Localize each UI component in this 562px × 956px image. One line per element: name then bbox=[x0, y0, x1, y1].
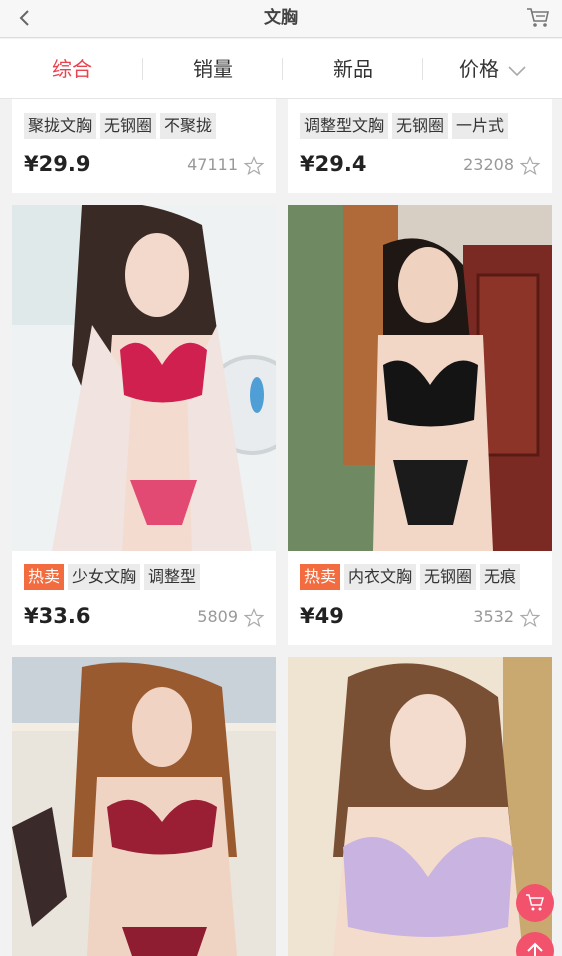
product-image[interactable] bbox=[12, 205, 276, 551]
tab-price[interactable]: 价格 bbox=[423, 39, 562, 99]
product-price: ¥33.6 bbox=[24, 604, 91, 628]
top-bar: 文胸 bbox=[0, 0, 562, 38]
product-tag: 不聚拢 bbox=[160, 113, 217, 139]
product-tag: 无钢圈 bbox=[100, 113, 157, 139]
product-image[interactable] bbox=[288, 205, 552, 551]
product-tags: 热卖 内衣文胸 无钢圈 无痕 bbox=[300, 564, 521, 590]
product-price: ¥29.9 bbox=[24, 152, 91, 176]
tab-price-label: 价格 bbox=[459, 57, 499, 81]
product-tag: 内衣文胸 bbox=[344, 564, 417, 590]
product-tag: 无钢圈 bbox=[392, 113, 449, 139]
product-price: ¥29.4 bbox=[300, 152, 367, 176]
tab-new[interactable]: 新品 bbox=[283, 39, 423, 99]
product-tag: 无痕 bbox=[480, 564, 521, 590]
sales-count: 5809 bbox=[197, 607, 238, 626]
product-image[interactable] bbox=[12, 657, 276, 956]
product-tag: 聚拢文胸 bbox=[24, 113, 97, 139]
product-card[interactable]: 热卖 内衣文胸 无钢圈 无痕 ¥49 3532 bbox=[288, 205, 552, 645]
product-card[interactable]: 调整型文胸 无钢圈 一片式 ¥29.4 23208 bbox=[288, 99, 552, 193]
star-icon[interactable] bbox=[244, 608, 264, 628]
floating-cart-button[interactable] bbox=[516, 884, 554, 922]
page-title: 文胸 bbox=[264, 8, 298, 28]
product-card[interactable] bbox=[12, 657, 276, 956]
hot-badge: 热卖 bbox=[24, 564, 65, 590]
hot-badge: 热卖 bbox=[300, 564, 341, 590]
tab-comprehensive[interactable]: 综合 bbox=[2, 39, 142, 99]
chevron-down-icon bbox=[508, 65, 526, 76]
product-tag: 调整型 bbox=[144, 564, 201, 590]
sales-count: 23208 bbox=[463, 155, 514, 174]
product-card[interactable]: 热卖 少女文胸 调整型 ¥33.6 5809 bbox=[12, 205, 276, 645]
cart-icon bbox=[526, 894, 544, 911]
sort-tabs: 综合 销量 新品 价格 bbox=[0, 39, 562, 99]
star-icon[interactable] bbox=[520, 608, 540, 628]
star-icon[interactable] bbox=[520, 156, 540, 176]
product-card[interactable] bbox=[288, 657, 552, 956]
cart-icon[interactable] bbox=[526, 7, 550, 29]
product-image[interactable] bbox=[288, 657, 552, 956]
sales-count: 3532 bbox=[473, 607, 514, 626]
product-tag: 少女文胸 bbox=[68, 564, 141, 590]
product-tag: 调整型文胸 bbox=[300, 113, 389, 139]
product-tag: 一片式 bbox=[452, 113, 509, 139]
sales-count: 47111 bbox=[187, 155, 238, 174]
star-icon[interactable] bbox=[244, 156, 264, 176]
product-price: ¥49 bbox=[300, 604, 344, 628]
arrow-up-icon bbox=[527, 942, 543, 956]
product-tags: 调整型文胸 无钢圈 一片式 bbox=[300, 113, 509, 139]
product-card[interactable]: 聚拢文胸 无钢圈 不聚拢 ¥29.9 47111 bbox=[12, 99, 276, 193]
product-tag: 无钢圈 bbox=[420, 564, 477, 590]
product-tags: 热卖 少女文胸 调整型 bbox=[24, 564, 201, 590]
product-tags: 聚拢文胸 无钢圈 不聚拢 bbox=[24, 113, 217, 139]
tab-sales[interactable]: 销量 bbox=[143, 39, 283, 99]
